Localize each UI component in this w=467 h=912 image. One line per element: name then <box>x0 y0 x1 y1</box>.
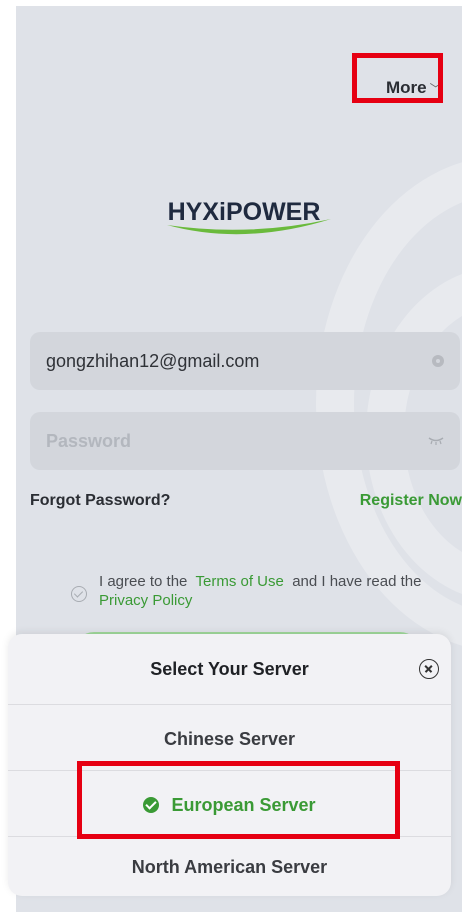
email-input[interactable] <box>46 350 432 372</box>
forgot-password-link[interactable]: Forgot Password? <box>30 492 170 510</box>
server-option-label: Chinese Server <box>163 728 296 749</box>
highlight-box-more <box>352 53 443 103</box>
terms-agreement: I agree to the Terms of Use and I have r… <box>71 572 451 610</box>
register-now-link[interactable]: Register Now <box>360 492 462 510</box>
checkbox-icon[interactable] <box>71 586 87 602</box>
agree-prefix-text: I agree to the <box>99 573 188 590</box>
server-option-label: North American Server <box>131 856 328 877</box>
divider <box>8 704 451 705</box>
sheet-title: Select Your Server <box>150 659 309 679</box>
agree-middle-text: and I have read the <box>292 573 422 590</box>
hyxipower-logo: HYXiPOWER <box>167 198 331 235</box>
logo-text: HYXiPOWER <box>168 198 321 226</box>
close-icon[interactable] <box>419 659 439 679</box>
clear-icon[interactable] <box>432 355 444 367</box>
highlight-box-european-server <box>77 761 400 839</box>
privacy-policy-link[interactable]: Privacy Policy <box>99 592 192 609</box>
password-input[interactable] <box>46 430 428 452</box>
terms-of-use-link[interactable]: Terms of Use <box>195 573 283 590</box>
account-links: Forgot Password? Register Now <box>30 492 462 510</box>
eye-closed-icon[interactable] <box>428 436 444 446</box>
password-field[interactable] <box>30 412 460 470</box>
email-field[interactable] <box>30 332 460 390</box>
server-option-north-american[interactable]: North American Server <box>8 834 451 896</box>
